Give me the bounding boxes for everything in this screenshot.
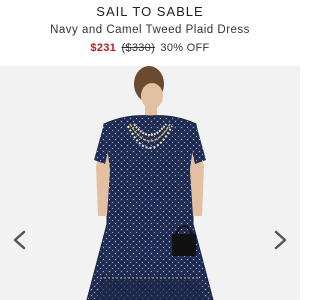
dress-photo[interactable] — [0, 66, 300, 300]
chevron-left-icon — [13, 230, 26, 250]
price-row: $231 ($330) 30% OFF — [0, 41, 300, 55]
original-price: ($330) — [121, 42, 156, 54]
next-image-button[interactable] — [266, 228, 294, 252]
discount-badge: 30% OFF — [160, 42, 210, 54]
sale-price: $231 — [90, 42, 117, 54]
chevron-right-icon — [274, 230, 287, 250]
product-card: SAIL TO SABLE Navy and Camel Tweed Plaid… — [0, 0, 300, 300]
product-title: Navy and Camel Tweed Plaid Dress — [50, 24, 250, 36]
brand-name[interactable]: SAIL TO SABLE — [0, 4, 300, 20]
product-header: SAIL TO SABLE Navy and Camel Tweed Plaid… — [0, 0, 300, 66]
previous-image-button[interactable] — [6, 228, 34, 252]
product-image-gallery[interactable] — [0, 66, 300, 300]
